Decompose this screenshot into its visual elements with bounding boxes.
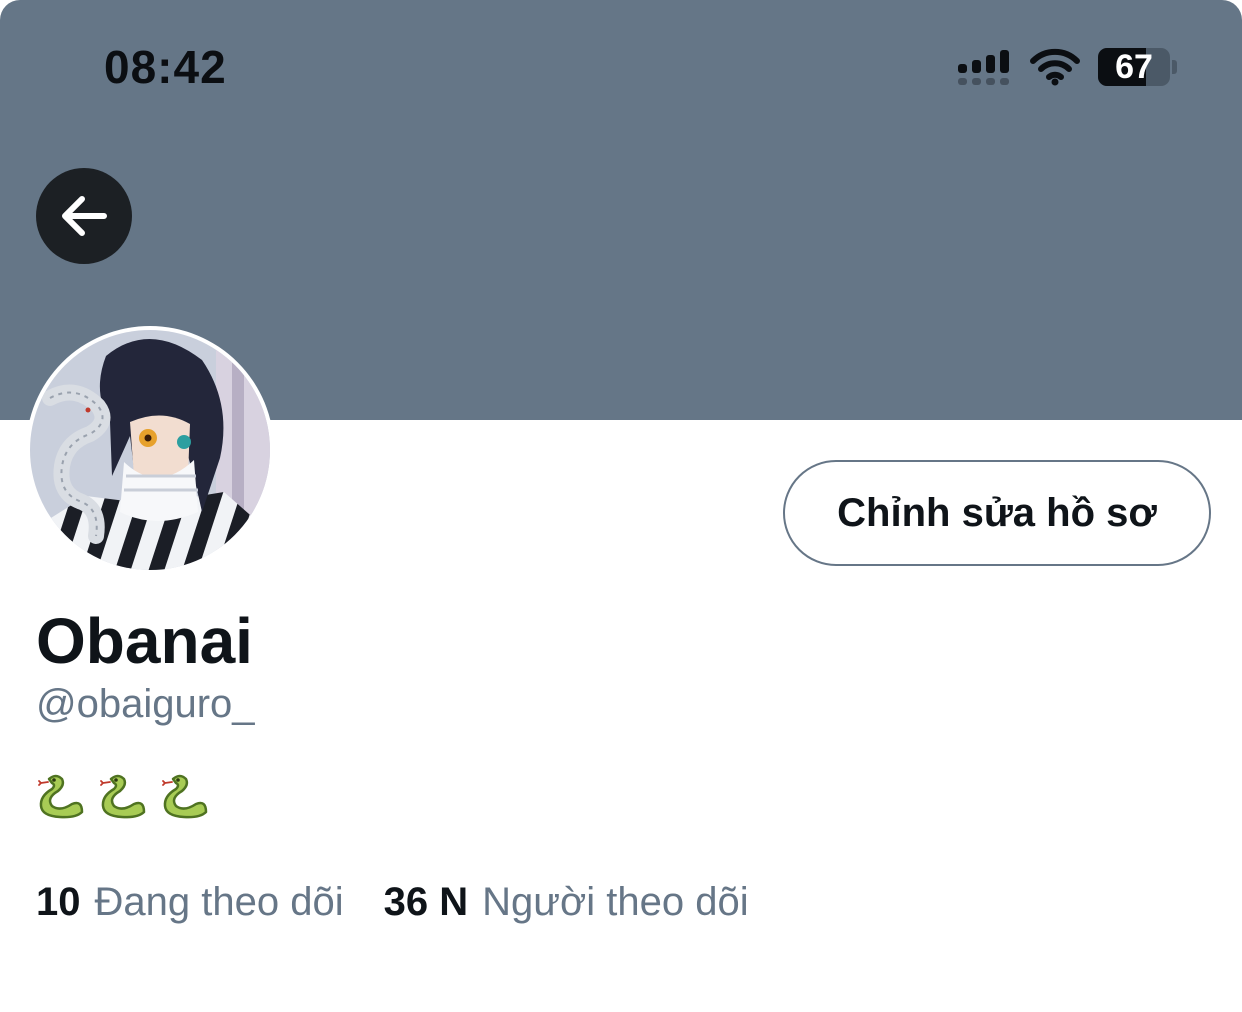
battery-icon: 67: [1098, 48, 1170, 86]
snake-emoji: [162, 774, 208, 819]
followers-label: Người theo dõi: [482, 880, 749, 924]
avatar-illustration: [30, 330, 270, 570]
status-time: 08:42: [104, 41, 227, 93]
followers-count: 36 N: [383, 880, 469, 924]
following-stat[interactable]: 10 Đang theo dõi: [36, 880, 344, 925]
display-name: Obanai: [36, 605, 253, 677]
snake-emoji: [38, 774, 84, 819]
following-count: 10: [36, 880, 81, 924]
bio: [36, 770, 210, 830]
battery-label: 67: [1115, 48, 1153, 86]
cellular-signal-icon: [958, 50, 1009, 85]
profile-stats: 10 Đang theo dõi 36 N Người theo dõi: [36, 880, 749, 925]
following-label: Đang theo dõi: [94, 880, 344, 924]
wifi-icon: [1030, 48, 1080, 86]
user-handle: @obaiguro_: [36, 682, 255, 726]
back-button[interactable]: [36, 168, 132, 264]
snake-emoji: [100, 774, 146, 819]
arrow-left-icon: [62, 196, 107, 236]
followers-stat[interactable]: 36 N Người theo dõi: [384, 880, 749, 925]
battery-cap: [1172, 60, 1177, 74]
edit-profile-button[interactable]: Chỉnh sửa hồ sơ: [783, 460, 1211, 566]
profile-avatar[interactable]: [26, 326, 274, 574]
